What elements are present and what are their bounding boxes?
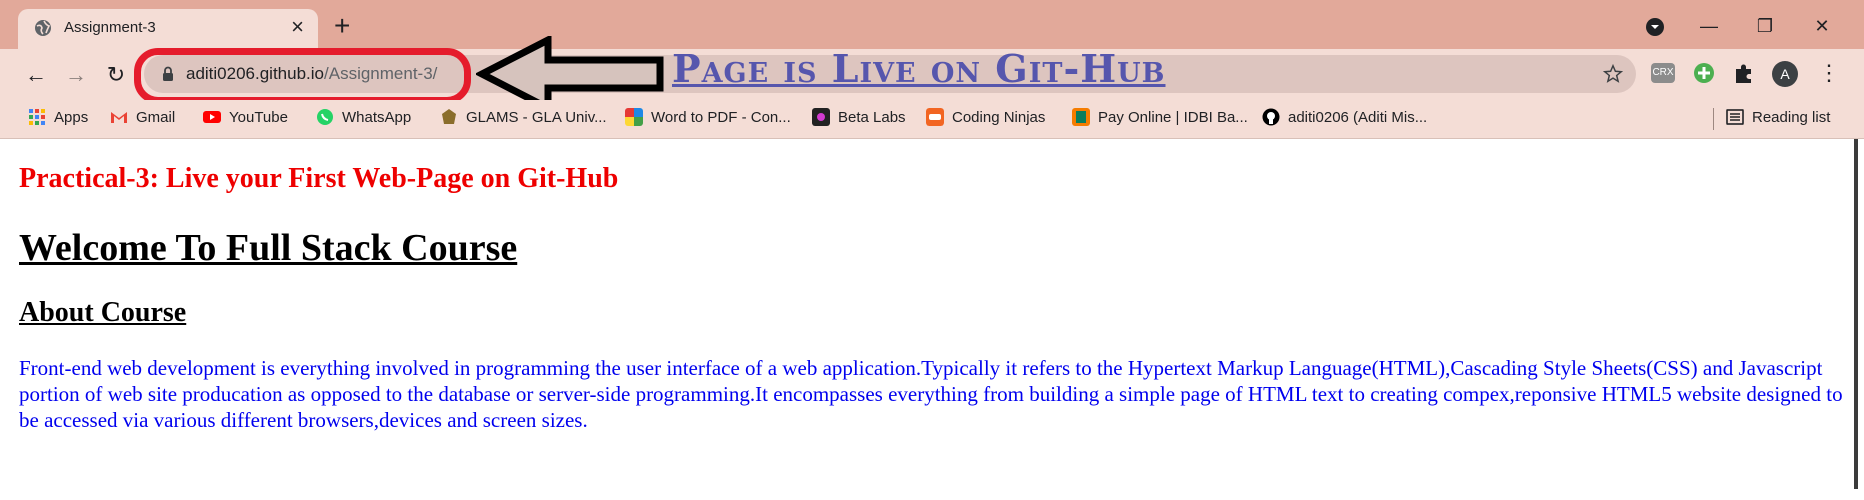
bookmark-whatsapp[interactable]: WhatsApp bbox=[316, 108, 411, 126]
bookmark-label: Pay Online | IDBI Ba... bbox=[1098, 108, 1248, 126]
coding-ninjas-icon bbox=[926, 108, 944, 126]
minimize-button[interactable]: — bbox=[1694, 12, 1724, 42]
bookmark-star-icon[interactable] bbox=[1602, 63, 1624, 85]
bookmark-gmail[interactable]: Gmail bbox=[110, 108, 175, 126]
new-tab-button[interactable]: + bbox=[334, 12, 350, 40]
close-window-button[interactable]: ✕ bbox=[1807, 12, 1837, 42]
tab-search-button[interactable] bbox=[1640, 12, 1670, 42]
word-to-pdf-icon bbox=[625, 108, 643, 126]
bookmark-label: aditi0206 (Aditi Mis... bbox=[1288, 108, 1428, 126]
crx-extension-icon[interactable]: CRX bbox=[1651, 63, 1675, 83]
browser-menu-icon[interactable]: ⋮ bbox=[1818, 59, 1840, 87]
apps-grid-icon bbox=[29, 109, 45, 125]
course-paragraph: Front-end web development is everything … bbox=[19, 356, 1843, 432]
github-icon bbox=[1262, 108, 1280, 126]
active-tab[interactable]: Assignment-3 × bbox=[18, 9, 318, 49]
plus-extension-icon[interactable] bbox=[1690, 59, 1718, 87]
url-highlight-annotation bbox=[134, 48, 471, 104]
bookmark-label: Coding Ninjas bbox=[952, 108, 1046, 126]
reload-button[interactable]: ↻ bbox=[100, 59, 132, 91]
idbi-icon bbox=[1072, 108, 1090, 126]
bookmark-apps[interactable]: Apps bbox=[28, 108, 88, 126]
glams-icon bbox=[442, 109, 456, 124]
bookmark-label: Beta Labs bbox=[838, 108, 906, 126]
youtube-icon bbox=[203, 111, 221, 123]
puzzle-icon[interactable] bbox=[1730, 59, 1758, 87]
bookmark-label: Apps bbox=[54, 108, 89, 126]
reading-list-label: Reading list bbox=[1752, 108, 1831, 126]
profile-avatar[interactable]: A bbox=[1772, 61, 1798, 87]
bookmark-github[interactable]: aditi0206 (Aditi Mis... bbox=[1262, 108, 1427, 126]
back-button[interactable]: ← bbox=[20, 59, 52, 91]
tab-title: Assignment-3 bbox=[64, 19, 156, 36]
globe-icon bbox=[35, 20, 51, 36]
forward-button[interactable]: → bbox=[60, 59, 92, 91]
page-title: Welcome To Full Stack Course bbox=[19, 227, 518, 269]
bookmark-label: Word to PDF - Con... bbox=[651, 108, 791, 126]
practical-heading: Practical-3: Live your First Web-Page on… bbox=[19, 163, 619, 194]
bookmark-label: WhatsApp bbox=[342, 108, 412, 126]
bookmark-glams[interactable]: GLAMS - GLA Univ... bbox=[440, 108, 607, 126]
tab-strip: Assignment-3 × + — ❐ ✕ bbox=[0, 0, 1864, 49]
bookmark-beta-labs[interactable]: Beta Labs bbox=[812, 108, 906, 126]
gmail-icon bbox=[111, 112, 127, 123]
section-heading: About Course bbox=[19, 297, 187, 328]
reading-list-icon bbox=[1726, 109, 1744, 125]
scrollbar[interactable] bbox=[1854, 139, 1858, 489]
bookmark-label: Gmail bbox=[136, 108, 176, 126]
tab-close-icon[interactable]: × bbox=[291, 15, 304, 39]
bookmark-word-to-pdf[interactable]: Word to PDF - Con... bbox=[625, 108, 791, 126]
maximize-button[interactable]: ❐ bbox=[1750, 12, 1780, 42]
bookmark-coding-ninjas[interactable]: Coding Ninjas bbox=[926, 108, 1045, 126]
bookmark-idbi[interactable]: Pay Online | IDBI Ba... bbox=[1072, 108, 1248, 126]
bookmark-youtube[interactable]: YouTube bbox=[203, 108, 288, 126]
whatsapp-icon bbox=[317, 109, 333, 125]
bookmark-label: YouTube bbox=[229, 108, 288, 126]
reading-list-button[interactable]: Reading list bbox=[1726, 108, 1830, 126]
bookmarks-bar: Apps Gmail YouTube WhatsApp GLAMS - GLA … bbox=[0, 100, 1864, 139]
bookmark-label: GLAMS - GLA Univ... bbox=[466, 108, 607, 126]
beta-labs-icon bbox=[812, 108, 830, 126]
chevron-down-icon bbox=[1646, 18, 1664, 36]
bookmarks-divider bbox=[1713, 108, 1714, 130]
live-caption: Page is Live on Git-Hub bbox=[672, 46, 1166, 91]
web-page-content: Practical-3: Live your First Web-Page on… bbox=[0, 139, 1854, 500]
